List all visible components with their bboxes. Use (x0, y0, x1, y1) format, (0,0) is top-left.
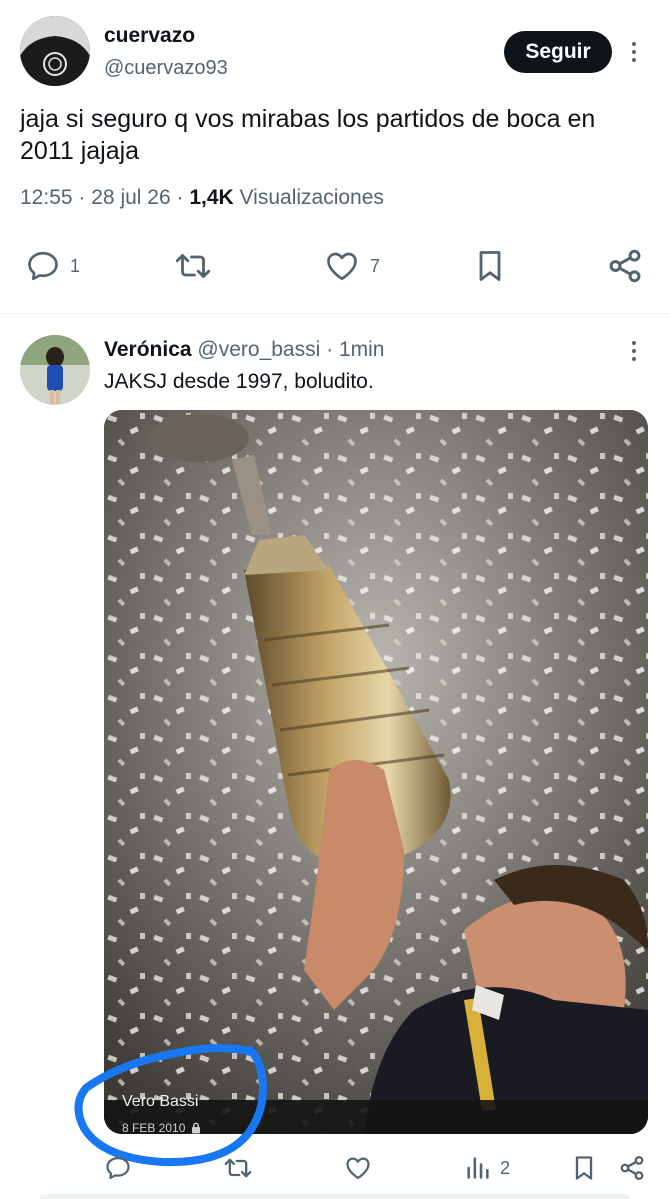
tweet1-time[interactable]: 12:55 (20, 186, 73, 209)
reply-button[interactable]: 1 (24, 248, 80, 284)
views-count: 1,4K (189, 186, 234, 209)
meta-separator: · (326, 338, 334, 361)
retweet-icon (175, 254, 211, 278)
divider (0, 313, 670, 314)
tweet1-date[interactable]: 28 jul 26 (91, 186, 170, 209)
more-icon[interactable] (630, 42, 638, 62)
bottom-bar-edge (40, 1194, 630, 1199)
bookmark-icon (575, 1156, 593, 1180)
bookmark-button[interactable] (570, 1154, 598, 1182)
meta-separator: · (176, 186, 184, 209)
retweet-button[interactable] (222, 1154, 254, 1182)
more-icon[interactable] (630, 341, 638, 361)
tweet-photo[interactable]: Vero Bassi 8 FEB 2010 (104, 410, 648, 1134)
views-count: 2 (500, 1157, 511, 1178)
views-button[interactable]: 2 (464, 1154, 510, 1182)
tweet2-display-name[interactable]: Verónica (104, 338, 192, 361)
share-button[interactable] (618, 1154, 646, 1182)
annotation-circle (74, 1044, 267, 1167)
retweet-icon (224, 1158, 252, 1178)
like-button[interactable] (343, 1154, 373, 1182)
tweet2-header: Verónica @vero_bassi · 1min (104, 338, 385, 362)
views-icon (467, 1157, 489, 1179)
tweet1-text: jaja si seguro q vos mirabas los partido… (20, 105, 596, 165)
views-label: Visualizaciones (239, 186, 384, 209)
tweet1-handle[interactable]: @cuervazo93 (104, 57, 228, 80)
reply-count: 1 (70, 255, 81, 276)
avatar-cuervazo[interactable] (20, 16, 90, 86)
tweet2-text: JAKSJ desde 1997, boludito. (104, 370, 374, 393)
retweet-button[interactable] (172, 248, 214, 284)
like-button[interactable]: 7 (322, 248, 380, 284)
bookmark-button[interactable] (472, 247, 508, 285)
reply-icon (106, 1156, 130, 1180)
like-icon (346, 1157, 370, 1180)
share-icon (620, 1155, 644, 1181)
avatar-image (20, 335, 90, 405)
trophy-photo (104, 410, 648, 1134)
tweet2-handle[interactable]: @vero_bassi (197, 338, 320, 361)
tweet1-meta: 12:55 · 28 jul 26 · 1,4K Visualizaciones (20, 186, 384, 210)
share-button[interactable] (606, 247, 644, 285)
bookmark-icon (479, 251, 501, 281)
avatar-image (20, 16, 90, 86)
share-icon (609, 249, 641, 283)
follow-button[interactable]: Seguir (504, 31, 612, 73)
tweet2-time[interactable]: 1min (339, 338, 385, 361)
reply-button[interactable] (104, 1154, 132, 1182)
reply-icon (28, 251, 58, 281)
like-count: 7 (370, 255, 381, 276)
avatar-veronica[interactable] (20, 335, 90, 405)
tweet1-display-name[interactable]: cuervazo (104, 24, 195, 48)
like-icon (327, 252, 357, 281)
meta-separator: · (78, 186, 86, 209)
